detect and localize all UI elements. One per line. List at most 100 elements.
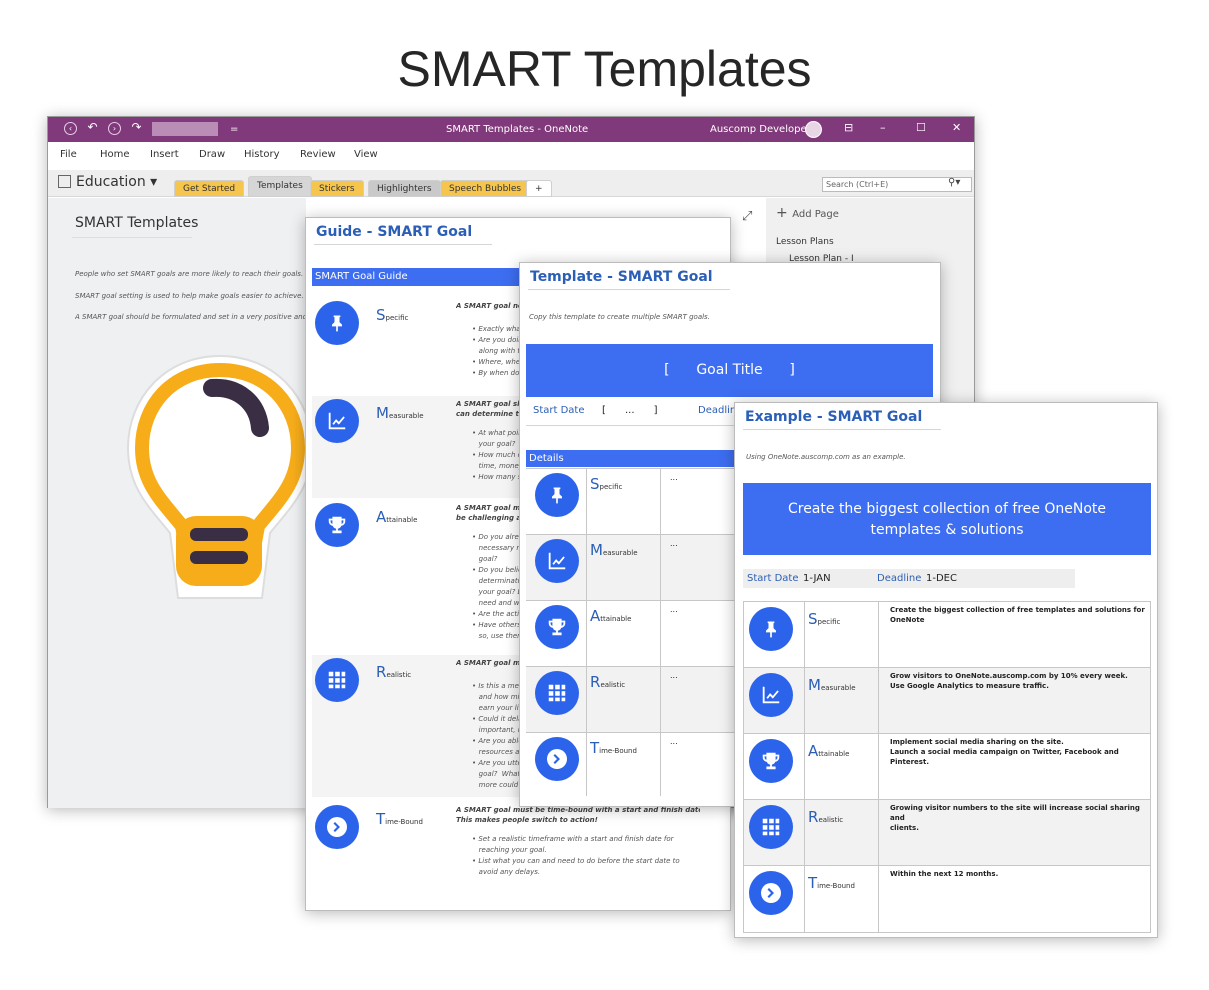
guide-row-heading-2: This makes people switch to action! [456,816,598,824]
close-button[interactable]: ✕ [952,121,961,134]
guide-bullet: reaching your goal. [472,846,547,854]
guide-bullet: • List what you can and need to do befor… [472,857,680,865]
intro-line-2: SMART goal setting is used to help make … [75,292,304,300]
forward-icon[interactable]: › [108,122,121,135]
menu-history[interactable]: History [244,149,280,160]
letter-initial: S [376,306,386,324]
example-start-value[interactable]: 1-JAN [803,569,831,588]
section-tab-4[interactable]: Speech Bubbles [440,180,531,197]
example-value-line: Use Google Analytics to measure traffic. [890,682,1049,690]
menu-insert[interactable]: Insert [150,149,179,160]
minimize-button[interactable]: – [880,121,886,134]
quick-access-dropdown[interactable] [152,122,218,136]
user-name[interactable]: Auscomp Developer [710,124,811,135]
letter-initial: A [590,607,601,625]
example-dates: Start Date 1-JAN Deadline 1-DEC [743,569,1075,588]
example-value-line: Grow visitors to OneNote.auscomp.com by … [890,672,1128,680]
start-date-value[interactable]: [ ... ] [602,405,657,416]
lightbulb-icon [126,354,314,599]
template-value[interactable]: ... [670,539,678,548]
letter-rest: easurable [602,549,638,557]
trend-chart-icon [535,539,579,583]
example-row: Time-Bound Within the next 12 months. [743,865,1151,933]
smart-letter-s: Specific [590,475,622,493]
section-tab-2[interactable]: Stickers [310,180,364,197]
trophy-icon [535,605,579,649]
user-avatar-icon[interactable] [805,121,822,138]
add-page-label: Add Page [792,209,839,220]
smart-letter-r: Realistic [376,663,411,681]
example-value[interactable]: Grow visitors to OneNote.auscomp.com by … [890,671,1148,691]
menu-review[interactable]: Review [300,149,336,160]
example-row: Realistic Growing visitor numbers to the … [743,799,1151,865]
redo-icon[interactable]: ↷ [130,121,143,135]
guide-row-heading: A SMART goal must be time-bound with a s… [456,806,700,814]
example-value[interactable]: Within the next 12 months. [890,869,1148,879]
letter-initial: A [376,508,387,526]
menu-view[interactable]: View [354,149,378,160]
trophy-icon [315,503,359,547]
section-tab-3[interactable]: Highlighters [368,180,441,197]
example-panel: Example - SMART Goal Using OneNote.ausco… [734,402,1158,938]
letter-initial: M [808,676,821,694]
expand-icon[interactable]: ⤢ [742,209,752,224]
letter-initial: R [590,673,601,691]
menu-home[interactable]: Home [100,149,130,160]
example-value[interactable]: Implement social media sharing on the si… [890,737,1148,767]
trend-chart-icon [749,673,793,717]
letter-rest: ttainable [600,615,632,623]
section-tab-5[interactable]: + [526,180,552,197]
main-title: SMART Templates [397,41,812,97]
intro-line-1: People who set SMART goals are more like… [75,270,304,278]
letter-initial: T [808,874,818,892]
letter-rest: pecific [817,618,841,626]
guide-header-bar: SMART Goal Guide [312,268,542,286]
title-bar: ‹ ↶ › ↷ = SMART Templates - OneNote Ausc… [48,117,974,142]
add-page-button[interactable]: + Add Page [776,205,839,221]
example-row: Specific Create the biggest collection of… [743,601,1151,667]
grid-icon [749,805,793,849]
menu-file[interactable]: File [60,149,77,160]
smart-letter-t: Time-Bound [808,874,855,892]
notebook-selector[interactable]: Education ▾ [58,174,157,190]
example-title: Example - SMART Goal [745,409,923,425]
letter-rest: ttainable [818,750,850,758]
example-value[interactable]: Growing visitor numbers to the site will… [890,803,1148,833]
letter-rest: easurable [388,412,424,420]
smart-letter-s: Specific [376,306,408,324]
goal-title-box[interactable]: [ Goal Title ] [526,344,933,397]
guide-bullet: avoid any delays. [472,868,541,876]
example-value-line: Growing visitor numbers to the site will… [890,804,1140,822]
smart-letter-m: Measurable [590,541,638,559]
back-icon[interactable]: ‹ [64,122,77,135]
section-tab-0[interactable]: Get Started [174,180,245,197]
example-deadline-value[interactable]: 1-DEC [926,569,957,588]
smart-letter-r: Realistic [808,808,843,826]
template-value[interactable]: ... [670,671,678,680]
ribbon-display-icon[interactable]: ⊟ [844,121,853,134]
smart-letter-t: Time-Bound [376,810,423,828]
example-goal-box[interactable]: Create the biggest collection of free On… [743,483,1151,555]
undo-icon[interactable]: ↶ [86,121,99,135]
customize-toolbar-icon[interactable]: = [230,124,238,135]
pushpin-icon [535,473,579,517]
page-item-lesson-plans[interactable]: Lesson Plans [776,234,854,251]
window-title: SMART Templates - OneNote [446,124,589,135]
maximize-button[interactable]: ☐ [916,121,926,134]
pushpin-icon [749,607,793,651]
menu-draw[interactable]: Draw [199,149,225,160]
smart-letter-t: Time-Bound [590,739,637,757]
section-tab-1[interactable]: Templates [248,176,312,197]
template-value[interactable]: ... [670,473,678,482]
smart-letter-r: Realistic [590,673,625,691]
template-value[interactable]: ... [670,605,678,614]
trophy-icon [749,739,793,783]
search-icon[interactable]: ⚲▾ [948,177,960,188]
smart-letter-m: Measurable [808,676,856,694]
letter-initial: T [376,810,386,828]
letter-initial: S [590,475,600,493]
letter-rest: pecific [385,314,409,322]
template-value[interactable]: ... [670,737,678,746]
smart-letter-a: Attainable [808,742,849,760]
example-value[interactable]: Create the biggest collection of free te… [890,605,1148,625]
